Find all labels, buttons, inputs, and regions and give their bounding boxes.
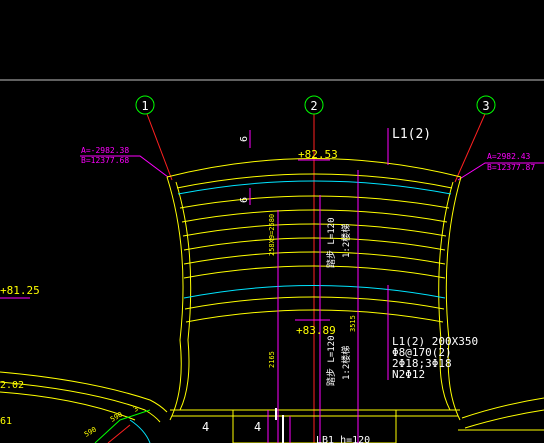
axis-bubble-3-label: 3 xyxy=(482,99,489,113)
stair-label-bottom-a: 踏步 L=120 xyxy=(325,335,337,386)
mid-elevation: +83.89 xyxy=(296,324,336,337)
right-coord-b: B=12377.87 xyxy=(487,163,535,172)
beam-label-top: L1(2) xyxy=(392,127,431,142)
stair-label-top-a: 踏步 L=120 xyxy=(325,217,337,268)
stair-label-top-b: 1:2楼梯 xyxy=(340,224,352,258)
axis-bubble-2-label: 2 xyxy=(310,99,317,113)
right-coord-a: A=2982.43 xyxy=(487,152,531,161)
beam-spec-line4: N2Φ12 xyxy=(392,368,425,381)
cad-drawing-canvas: 1 2 3 A=-2982.38 B=12377.68 A=2982.43 B=… xyxy=(0,0,544,443)
section-marker-b2: 4 xyxy=(254,420,261,434)
left-coord-a: A=-2982.38 xyxy=(81,146,129,155)
dim-top-vertical: 258X9=2580 xyxy=(268,214,276,256)
left-elevation-small: 2.02 xyxy=(0,380,24,391)
dim-right-vertical: 3515 xyxy=(349,315,357,332)
left-elevation: +81.25 xyxy=(0,284,40,297)
left-number-small: 61 xyxy=(0,416,12,427)
section-marker-b1: 4 xyxy=(202,420,209,434)
left-coord-b: B=12377.68 xyxy=(81,156,129,165)
axis-bubble-1-label: 1 xyxy=(141,99,148,113)
section-marker-mid: 6 xyxy=(239,197,250,203)
section-marker-top: 6 xyxy=(239,136,250,142)
bottom-beam-label: LB1 h=120 xyxy=(316,435,370,443)
stair-label-bottom-b: 1:2楼梯 xyxy=(340,346,352,380)
top-elevation: +82.53 xyxy=(298,148,338,161)
dim-lower-vertical: 2165 xyxy=(268,351,276,368)
